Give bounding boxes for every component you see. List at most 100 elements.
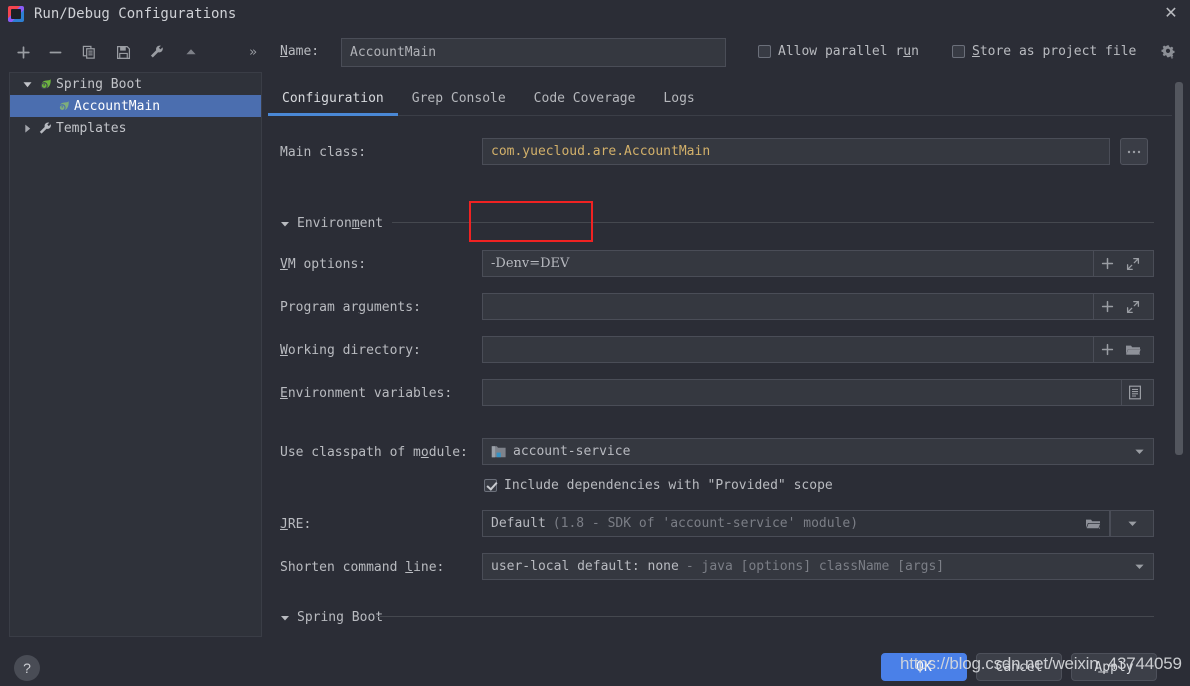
folder-icon[interactable] (1085, 511, 1101, 536)
ok-button[interactable]: OK (881, 653, 967, 681)
expand-icon[interactable] (1120, 251, 1146, 276)
twisty-expanded-icon[interactable] (18, 79, 36, 90)
working-directory-input[interactable] (482, 336, 1094, 363)
checkbox-box[interactable] (952, 45, 965, 58)
run-debug-configurations-dialog: Run/Debug Configurations ✕ » Spring Boot… (0, 0, 1190, 686)
main-class-label: Main class: (280, 145, 367, 160)
spring-boot-run-icon (54, 99, 72, 114)
edit-templates-button[interactable] (144, 39, 170, 65)
tree-item-templates[interactable]: Templates (10, 117, 261, 139)
classpath-module-combo[interactable]: account-service (482, 438, 1154, 465)
environment-variables-input[interactable] (482, 379, 1122, 406)
environment-variables-row: Environment variables: (268, 379, 1164, 408)
shorten-command-line-label: Shorten command line: (280, 560, 445, 575)
configurations-toolbar: » (0, 36, 265, 68)
allow-parallel-run-checkbox[interactable]: Allow parallel run (758, 44, 919, 59)
checkbox-box[interactable] (758, 45, 771, 58)
store-as-project-file-label: Store as project file (972, 44, 1137, 59)
remove-configuration-button[interactable] (42, 39, 68, 65)
environment-variables-buttons (1122, 379, 1154, 406)
shorten-command-line-detail: - java [options] className [args] (685, 559, 945, 574)
shorten-command-line-value: user-local default: none (491, 559, 679, 574)
vm-options-row: VM options: -Denv=DEV (268, 250, 1164, 279)
plus-icon[interactable] (1094, 251, 1120, 276)
name-input[interactable] (341, 38, 726, 67)
tab-logs[interactable]: Logs (649, 84, 708, 115)
tree-item-label: AccountMain (74, 98, 161, 114)
save-configuration-button[interactable] (110, 39, 136, 65)
working-directory-row: Working directory: (268, 336, 1164, 365)
tab-configuration[interactable]: Configuration (268, 84, 398, 116)
tree-item-spring-boot[interactable]: Spring Boot (10, 73, 261, 95)
include-provided-checkbox[interactable]: Include dependencies with "Provided" sco… (484, 478, 833, 493)
include-provided-label: Include dependencies with "Provided" sco… (504, 478, 833, 493)
cancel-button[interactable]: Cancel (976, 653, 1062, 681)
expand-icon[interactable] (1120, 294, 1146, 319)
program-arguments-label: Program arguments: (280, 300, 421, 315)
checkbox-box[interactable] (484, 479, 497, 492)
chevron-down-icon[interactable] (280, 219, 290, 229)
vertical-scrollbar-thumb[interactable] (1175, 82, 1183, 455)
tree-item-label: Spring Boot (56, 76, 143, 92)
title-bar: Run/Debug Configurations ✕ (0, 0, 1190, 28)
classpath-module-row: Use classpath of module: account-service (268, 438, 1164, 467)
chevron-down-icon[interactable] (1134, 439, 1145, 464)
spring-boot-icon (36, 77, 54, 92)
jre-combo[interactable]: Default (1.8 - SDK of 'account-service' … (482, 510, 1110, 537)
allow-parallel-run-label: Allow parallel run (778, 44, 919, 59)
shorten-command-line-combo[interactable]: user-local default: none - java [options… (482, 553, 1154, 580)
classpath-module-label: Use classpath of module: (280, 445, 468, 460)
wrench-icon (36, 121, 54, 136)
spring-boot-group-header[interactable]: Spring Boot (280, 610, 383, 625)
environment-variables-label: Environment variables: (280, 386, 453, 401)
vm-options-value: -Denv=DEV (491, 256, 570, 271)
tab-grep-console[interactable]: Grep Console (398, 84, 520, 115)
vm-options-input[interactable]: -Denv=DEV (482, 250, 1094, 277)
list-icon[interactable] (1122, 380, 1148, 405)
vm-options-buttons (1094, 250, 1154, 277)
twisty-collapsed-icon[interactable] (18, 123, 36, 134)
editor-tabs: Configuration Grep Console Code Coverage… (268, 84, 1180, 116)
apply-button[interactable]: Apply (1071, 653, 1157, 681)
jre-row: JRE: Default (1.8 - SDK of 'account-serv… (268, 510, 1164, 539)
store-as-project-file-checkbox[interactable]: Store as project file (952, 44, 1136, 59)
close-icon[interactable]: ✕ (1162, 5, 1180, 23)
working-directory-buttons (1094, 336, 1154, 363)
move-up-button[interactable] (178, 39, 204, 65)
tree-item-accountmain[interactable]: AccountMain (10, 95, 261, 117)
chevron-down-icon[interactable] (1134, 554, 1145, 579)
intellij-idea-icon (8, 6, 24, 22)
jre-value-detail: (1.8 - SDK of 'account-service' module) (552, 516, 859, 531)
gear-icon[interactable] (1160, 44, 1176, 60)
main-class-input[interactable]: com.yuecloud.are.AccountMain (482, 138, 1110, 165)
plus-icon[interactable] (1094, 337, 1120, 362)
vm-options-label: VM options: (280, 257, 367, 272)
spring-boot-group-label: Spring Boot (297, 610, 384, 625)
help-button[interactable]: ? (14, 655, 40, 681)
program-arguments-input[interactable] (482, 293, 1094, 320)
group-separator (376, 616, 1154, 617)
program-arguments-row: Program arguments: (268, 293, 1164, 322)
folder-icon[interactable] (1120, 337, 1146, 362)
jre-value: Default (491, 516, 546, 531)
configurations-tree: Spring Boot AccountMain Templates (9, 72, 262, 637)
toolbar-overflow-button[interactable]: » (249, 45, 265, 60)
working-directory-label: Working directory: (280, 343, 421, 358)
environment-group-header[interactable]: Environment (280, 216, 383, 231)
chevron-down-icon[interactable] (280, 613, 290, 623)
tab-code-coverage[interactable]: Code Coverage (520, 84, 650, 115)
shorten-command-line-row: Shorten command line: user-local default… (268, 553, 1164, 582)
main-class-row: Main class: com.yuecloud.are.AccountMain (268, 138, 1164, 167)
module-icon (491, 445, 507, 459)
copy-configuration-button[interactable] (76, 39, 102, 65)
window-title: Run/Debug Configurations (34, 6, 237, 22)
main-class-value: com.yuecloud.are.AccountMain (491, 144, 711, 159)
vertical-scrollbar-track[interactable] (1172, 75, 1186, 637)
configuration-editor-panel: Name: Allow parallel run Store as projec… (268, 36, 1180, 637)
add-configuration-button[interactable] (10, 39, 36, 65)
plus-icon[interactable] (1094, 294, 1120, 319)
classpath-module-value: account-service (513, 444, 631, 459)
main-class-browse-button[interactable] (1120, 138, 1148, 165)
jre-dropdown-button[interactable] (1110, 510, 1154, 537)
name-label: Name: (280, 44, 320, 59)
